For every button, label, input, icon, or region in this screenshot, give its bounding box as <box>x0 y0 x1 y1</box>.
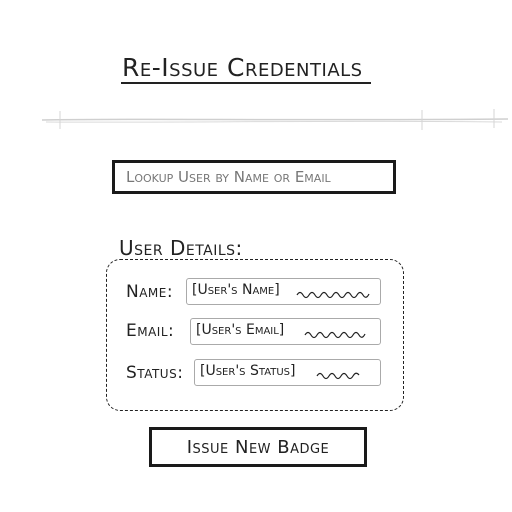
status-label: Status: <box>126 363 184 383</box>
name-scribble <box>296 291 370 299</box>
email-label: Email: <box>126 321 175 341</box>
issue-new-badge-button[interactable]: Issue New Badge <box>149 427 367 467</box>
status-value: [User's Status] <box>200 363 296 379</box>
name-field: [User's Name] <box>186 278 381 305</box>
search-field[interactable] <box>112 160 396 194</box>
email-field: [User's Email] <box>190 318 381 345</box>
status-scribble <box>316 372 360 380</box>
email-value: [User's Email] <box>196 322 285 338</box>
section-divider <box>41 109 509 130</box>
page-title: Re-Issue Credentials <box>122 53 363 82</box>
email-scribble <box>304 331 366 339</box>
status-field: [User's Status] <box>194 359 381 386</box>
name-value: [User's Name] <box>192 282 280 298</box>
user-details-heading: User Details: <box>119 236 243 260</box>
name-label: Name: <box>126 282 174 302</box>
search-input[interactable] <box>124 167 393 187</box>
title-underline <box>121 82 371 84</box>
